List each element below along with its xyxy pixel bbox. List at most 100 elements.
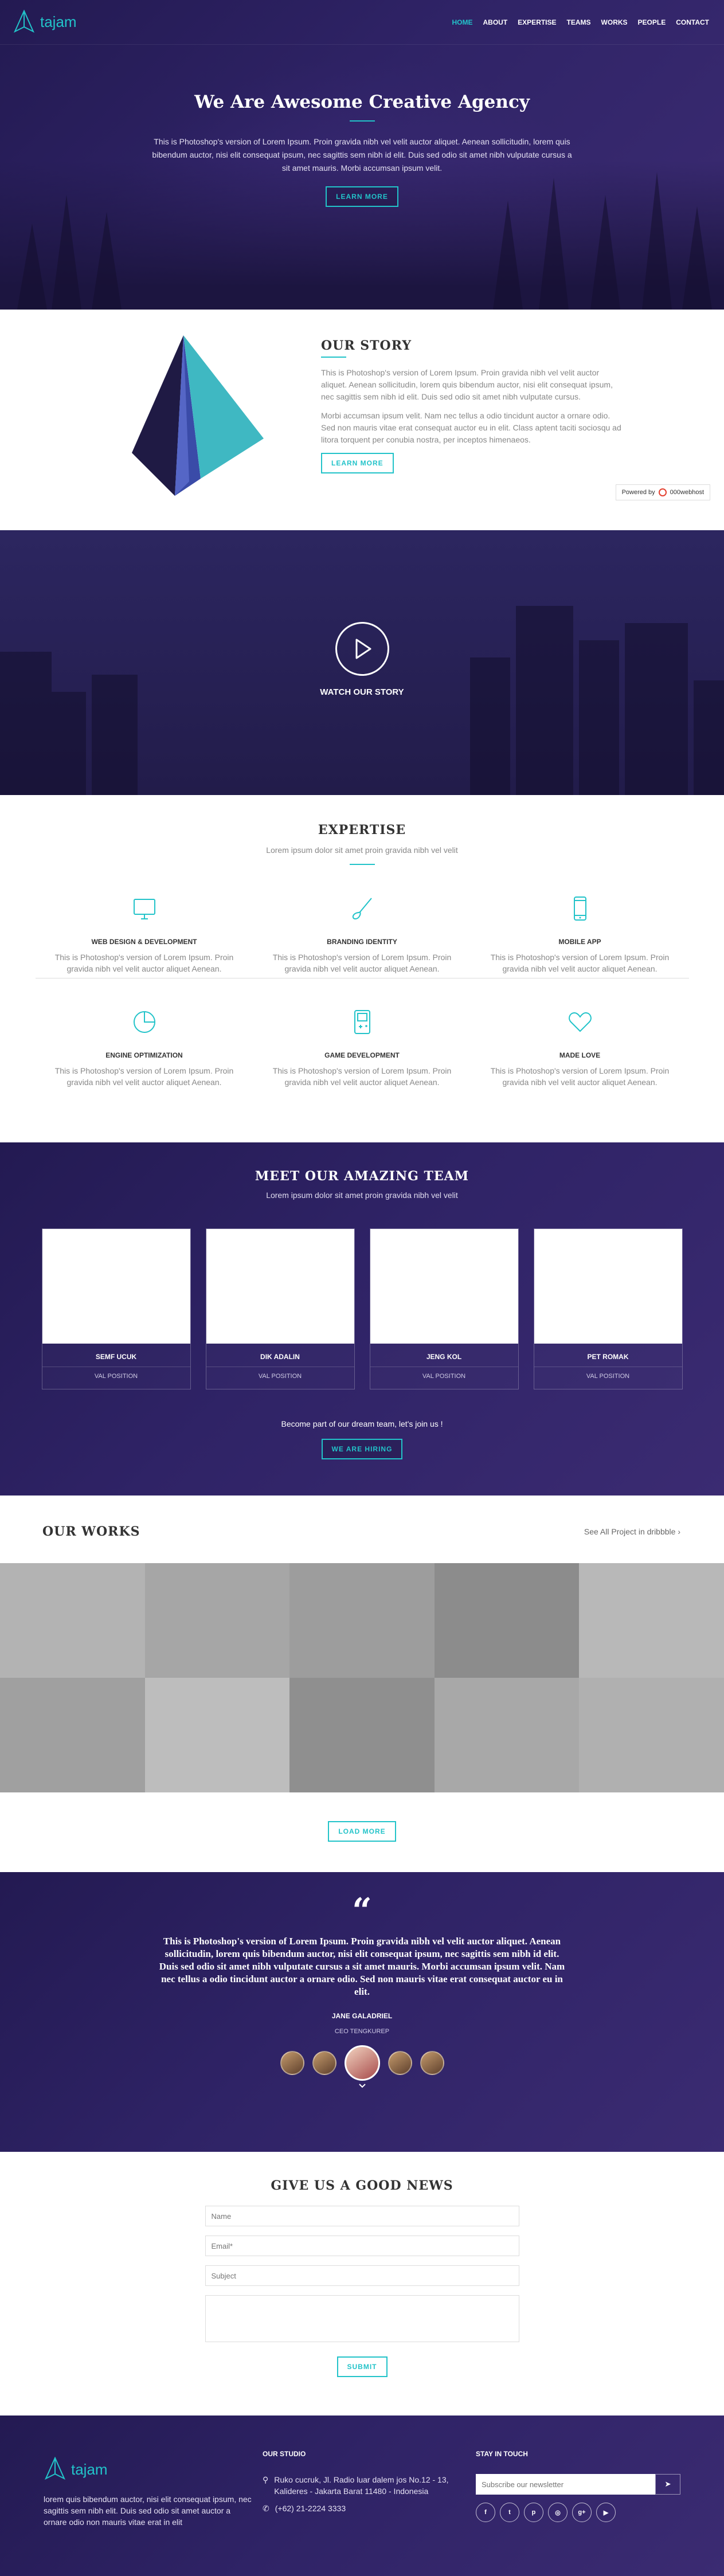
feature-mobile: MOBILE APP This is Photoshop's version o… [471, 865, 689, 978]
name-field[interactable] [205, 2206, 519, 2226]
story-title: OUR STORY [321, 338, 412, 353]
feature-title: BRANDING IDENTITY [327, 938, 397, 946]
nav-people[interactable]: PEOPLE [638, 18, 666, 26]
member-position: VAL POSITION [94, 1373, 138, 1380]
newsletter-input[interactable] [476, 2474, 655, 2495]
feature-branding: BRANDING IDENTITY This is Photoshop's ve… [253, 865, 471, 978]
story-text: OUR STORY This is Photoshop's version of… [321, 310, 665, 530]
hero-body: This is Photoshop's version of Lorem Ips… [152, 137, 572, 173]
work-tile[interactable] [144, 1563, 290, 1678]
team-title: MEET OUR AMAZING TEAM [255, 1169, 469, 1184]
work-tile[interactable] [579, 1563, 724, 1678]
newsletter-submit-button[interactable]: ➤ [655, 2474, 680, 2495]
footer-about: tajam lorem quis bibendum auctor, nisi e… [44, 2450, 256, 2528]
see-all-label: See All Project in dribbble [584, 1527, 676, 1536]
play-button[interactable] [335, 622, 389, 676]
nav-about[interactable]: ABOUT [483, 18, 508, 26]
avatar[interactable] [312, 2051, 336, 2075]
phone-text: (+62) 21-2224 3333 [275, 2504, 346, 2513]
contact-title: GIVE US A GOOD NEWS [271, 2178, 453, 2193]
hero-content: We Are Awesome Creative Agency This is P… [0, 92, 724, 207]
youtube-icon[interactable]: ▶ [596, 2503, 616, 2522]
logo-text: tajam [40, 13, 77, 30]
brush-icon [352, 898, 372, 920]
footer-studio: OUR STUDIO ⚲ Ruko cucruk, Jl. Radio luar … [263, 2450, 469, 2528]
testimonial-section: “ This is Photoshop's version of Lorem I… [0, 1872, 724, 2152]
watch-story-label[interactable]: WATCH OUR STORY [0, 687, 724, 697]
feature-web-design: WEB DESIGN & DEVELOPMENT This is Photosh… [36, 865, 253, 978]
submit-button[interactable]: SUBMIT [336, 2356, 388, 2377]
work-tile[interactable] [289, 1563, 435, 1678]
monitor-icon [133, 899, 155, 919]
nav-contact[interactable]: CONTACT [676, 18, 709, 26]
phone-icon: ✆ [263, 2504, 269, 2513]
avatar[interactable] [420, 2051, 444, 2075]
work-tile[interactable] [434, 1678, 580, 1792]
team-card[interactable]: DIK ADALIN VAL POSITION [205, 1228, 355, 1389]
logo[interactable]: tajam [13, 9, 77, 35]
story-learn-more-button[interactable]: LEARN MORE [321, 453, 394, 473]
work-tile[interactable] [434, 1563, 580, 1678]
twitter-icon[interactable]: t [500, 2503, 519, 2522]
subject-field[interactable] [205, 2265, 519, 2286]
hero-title: We Are Awesome Creative Agency [194, 92, 530, 112]
story-section: OUR STORY This is Photoshop's version of… [0, 310, 724, 530]
navbar: tajam HOME ABOUT EXPERTISE TEAMS WORKS P… [0, 0, 724, 45]
team-card[interactable]: SEMF UCUK VAL POSITION [41, 1228, 191, 1389]
feature-title: MADE LOVE [559, 1051, 601, 1059]
story-paragraph-1: This is Photoshop's version of Lorem Ips… [321, 368, 613, 401]
see-all-projects-link[interactable]: See All Project in dribbble › [584, 1527, 680, 1536]
feature-title: WEB DESIGN & DEVELOPMENT [91, 938, 197, 946]
avatar[interactable] [280, 2051, 304, 2075]
work-tile[interactable] [289, 1678, 435, 1792]
feature-title: GAME DEVELOPMENT [324, 1051, 400, 1059]
email-field[interactable] [205, 2236, 519, 2256]
team-card[interactable]: JENG KOL VAL POSITION [369, 1228, 519, 1389]
avatar[interactable] [388, 2051, 412, 2075]
work-tile[interactable] [144, 1678, 290, 1792]
host-logo-icon [658, 488, 667, 496]
nav-expertise[interactable]: EXPERTISE [518, 18, 556, 26]
pie-chart-icon [133, 1011, 155, 1033]
work-tile[interactable] [0, 1563, 145, 1678]
footer-logo[interactable]: tajam [44, 2457, 256, 2482]
powered-host: 000webhost [670, 489, 704, 496]
heart-icon [568, 1012, 592, 1032]
powered-by-badge[interactable]: Powered by 000webhost [615, 484, 710, 500]
logo-icon [44, 2457, 66, 2480]
phone-item: ✆ (+62) 21-2224 3333 [263, 2503, 469, 2514]
testimonial-role: CEO TENGKUREP [334, 2028, 390, 2035]
send-icon: ➤ [664, 2480, 671, 2488]
instagram-icon[interactable]: ◎ [548, 2503, 568, 2522]
hero-learn-more-button[interactable]: LEARN MORE [326, 186, 398, 207]
feature-text: This is Photoshop's version of Lorem Ips… [490, 953, 670, 973]
address-text: Ruko cucruk, Jl. Radio luar dalem jos No… [274, 2475, 449, 2496]
expertise-title: EXPERTISE [318, 823, 406, 837]
feature-text: This is Photoshop's version of Lorem Ips… [54, 953, 234, 973]
nav-home[interactable]: HOME [452, 18, 473, 26]
work-tile[interactable] [0, 1678, 145, 1792]
load-more-button[interactable]: LOAD MORE [328, 1821, 396, 1842]
team-subtitle: Lorem ipsum dolor sit amet proin gravida… [266, 1191, 458, 1200]
gameboy-icon [354, 1010, 370, 1034]
work-tile[interactable] [579, 1678, 724, 1792]
member-name: DIK ADALIN [260, 1353, 300, 1361]
avatar-active[interactable] [344, 2045, 380, 2081]
nav-teams[interactable]: TEAMS [567, 18, 591, 26]
pinterest-icon[interactable]: p [524, 2503, 543, 2522]
facebook-icon[interactable]: f [476, 2503, 495, 2522]
team-photo [42, 1229, 190, 1344]
social-links: f t p ◎ g+ ▶ [476, 2503, 680, 2522]
footer-about-text: lorem quis bibendum auctor, nisi elit co… [44, 2495, 252, 2527]
testimonial-quote: This is Photoshop's version of Lorem Ips… [159, 1936, 565, 1997]
expertise-section: EXPERTISE Lorem ipsum dolor sit amet pro… [0, 795, 724, 1142]
team-card[interactable]: PET ROMAK VAL POSITION [533, 1228, 683, 1389]
member-name: PET ROMAK [587, 1353, 629, 1361]
hero-divider [349, 120, 375, 122]
google-plus-icon[interactable]: g+ [572, 2503, 592, 2522]
contact-section: GIVE US A GOOD NEWS SUBMIT [0, 2152, 724, 2416]
play-icon [355, 639, 371, 659]
hiring-button[interactable]: WE ARE HIRING [321, 1439, 403, 1459]
nav-works[interactable]: WORKS [601, 18, 628, 26]
message-field[interactable] [205, 2295, 519, 2342]
